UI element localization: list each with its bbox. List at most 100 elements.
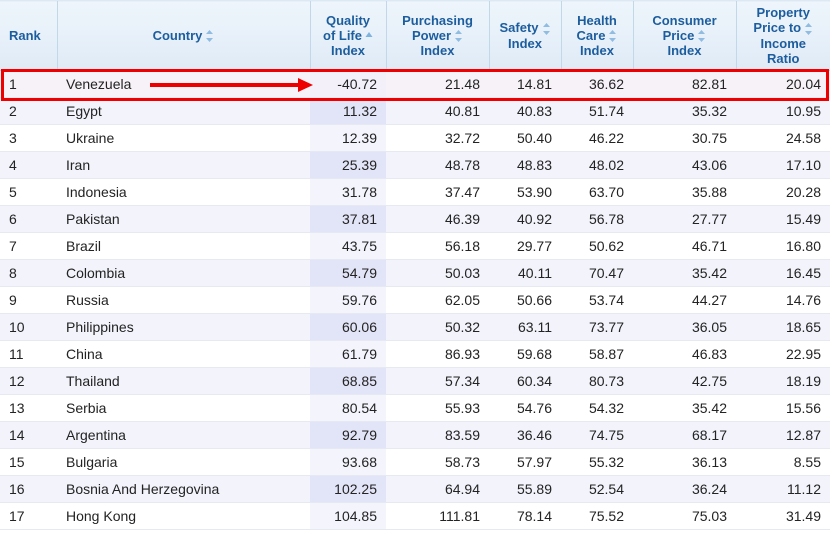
cell-quality-of-life-index: 102.25 [310,475,386,503]
cell-property-price-to-income-ratio: 31.49 [736,502,830,530]
cell-quality-of-life-index: 59.76 [310,286,386,314]
cell-purchasing-power-index: 21.48 [386,70,489,98]
column-header-safety-index[interactable]: Safety Index [488,0,561,71]
table-row[interactable]: 1 Venezuela -40.72 21.48 14.81 36.62 82.81 20.0… [0,70,830,98]
cell-consumer-price-index: 43.06 [633,151,736,179]
sort-both-icon[interactable] [454,29,463,43]
column-header-purchasing-power-index[interactable]: Purchasing Power Index [385,0,489,71]
table-row[interactable]: 2 Egypt 11.32 40.81 40.83 51.74 35.32 10.95 [0,97,830,125]
cell-consumer-price-index: 35.32 [633,97,736,125]
cell-safety-index: 50.40 [489,124,561,152]
sort-both-icon[interactable] [804,22,813,36]
cell-property-price-to-income-ratio: 16.45 [736,259,830,287]
cell-property-price-to-income-ratio: 10.95 [736,97,830,125]
cell-consumer-price-index: 36.05 [633,313,736,341]
cell-health-care-index: 52.54 [561,475,633,503]
cell-consumer-price-index: 68.17 [633,421,736,449]
cell-quality-of-life-index: 60.06 [310,313,386,341]
cell-property-price-to-income-ratio: 11.12 [736,475,830,503]
cell-country: Indonesia [57,178,310,206]
cell-consumer-price-index: 75.03 [633,502,736,530]
cell-quality-of-life-index: -40.72 [310,70,386,98]
cell-health-care-index: 63.70 [561,178,633,206]
table-body: 1 Venezuela -40.72 21.48 14.81 36.62 82.81 20.0… [0,70,830,530]
column-header-ppir-line-4: Ratio [767,50,800,66]
cell-health-care-index: 70.47 [561,259,633,287]
sort-both-icon[interactable] [205,29,214,43]
cell-property-price-to-income-ratio: 20.28 [736,178,830,206]
cell-property-price-to-income-ratio: 17.10 [736,151,830,179]
cell-purchasing-power-index: 48.78 [386,151,489,179]
sort-both-icon[interactable] [697,29,706,43]
table-row[interactable]: 6 Pakistan 37.81 46.39 40.92 56.78 27.77 15.49 [0,205,830,233]
column-header-property-price-to-income-ratio[interactable]: Property Price to Income Ratio [735,0,830,71]
column-header-health-line-3: Index [580,43,614,59]
table-row[interactable]: 11 China 61.79 86.93 59.68 58.87 46.83 22.95 [0,340,830,368]
cell-country: Colombia [57,259,310,287]
cell-purchasing-power-index: 64.94 [386,475,489,503]
sort-both-icon[interactable] [608,29,617,43]
table-row[interactable]: 17 Hong Kong 104.85 111.81 78.14 75.52 75.03 31… [0,502,830,530]
cell-quality-of-life-index: 54.79 [310,259,386,287]
cell-safety-index: 63.11 [489,313,561,341]
cell-purchasing-power-index: 86.93 [386,340,489,368]
table-row[interactable]: 4 Iran 25.39 48.78 48.83 48.02 43.06 17.10 [0,151,830,179]
column-header-health-care-index[interactable]: Health Care Index [560,0,633,71]
column-header-quality-of-life-index[interactable]: Quality of Life Index [309,0,386,71]
cell-health-care-index: 46.22 [561,124,633,152]
cell-purchasing-power-index: 62.05 [386,286,489,314]
table-row[interactable]: 5 Indonesia 31.78 37.47 53.90 63.70 35.88 20.28 [0,178,830,206]
cell-consumer-price-index: 36.24 [633,475,736,503]
cell-health-care-index: 74.75 [561,421,633,449]
cell-rank: 7 [0,232,57,260]
table-row[interactable]: 14 Argentina 92.79 83.59 36.46 74.75 68.17 12.8… [0,421,830,449]
cell-consumer-price-index: 30.75 [633,124,736,152]
table-row[interactable]: 13 Serbia 80.54 55.93 54.76 54.32 35.42 15.56 [0,394,830,422]
column-header-ppi-line-3: Index [420,43,455,59]
cell-quality-of-life-index: 31.78 [310,178,386,206]
column-header-cpi-line-2: Price [662,27,695,43]
cell-country: Bosnia And Herzegovina [57,475,310,503]
cell-consumer-price-index: 36.13 [633,448,736,476]
cell-property-price-to-income-ratio: 18.19 [736,367,830,395]
cell-health-care-index: 50.62 [561,232,633,260]
table-row[interactable]: 8 Colombia 54.79 50.03 40.11 70.47 35.42 16.45 [0,259,830,287]
table-row[interactable]: 16 Bosnia And Herzegovina 102.25 64.94 55.89… [0,475,830,503]
cell-rank: 15 [0,448,57,476]
table-row[interactable]: 10 Philippines 60.06 50.32 63.11 73.77 36.05 18… [0,313,830,341]
table-row[interactable]: 7 Brazil 43.75 56.18 29.77 50.62 46.71 16.80 [0,232,830,260]
cell-property-price-to-income-ratio: 15.49 [736,205,830,233]
column-header-country[interactable]: Country [56,0,310,71]
sort-both-icon[interactable] [542,22,551,36]
cell-rank: 17 [0,502,57,530]
cell-quality-of-life-index: 43.75 [310,232,386,260]
table-row[interactable]: 12 Thailand 68.85 57.34 60.34 80.73 42.75 18.19 [0,367,830,395]
table-row[interactable]: 15 Bulgaria 93.68 58.73 57.97 55.32 36.13 8.55 [0,448,830,476]
cell-quality-of-life-index: 92.79 [310,421,386,449]
cell-quality-of-life-index: 12.39 [310,124,386,152]
cell-country: Egypt [57,97,310,125]
cell-health-care-index: 36.62 [561,70,633,98]
cell-rank: 8 [0,259,57,287]
table-row[interactable]: 9 Russia 59.76 62.05 50.66 53.74 44.27 14.76 [0,286,830,314]
cell-safety-index: 54.76 [489,394,561,422]
cell-health-care-index: 53.74 [561,286,633,314]
column-header-consumer-price-index[interactable]: Consumer Price Index [632,0,736,71]
cell-rank: 16 [0,475,57,503]
cell-consumer-price-index: 42.75 [633,367,736,395]
column-header-ppir-line-1: Property [756,5,810,21]
table-row[interactable]: 3 Ukraine 12.39 32.72 50.40 46.22 30.75 24.58 [0,124,830,152]
cell-property-price-to-income-ratio: 14.76 [736,286,830,314]
cell-rank: 6 [0,205,57,233]
sort-ascending-icon[interactable] [365,31,373,39]
cell-country: Hong Kong [57,502,310,530]
column-header-ppi-line-2: Power [411,27,451,43]
cell-purchasing-power-index: 55.93 [386,394,489,422]
cell-health-care-index: 48.02 [561,151,633,179]
cell-health-care-index: 73.77 [561,313,633,341]
cell-safety-index: 53.90 [489,178,561,206]
column-header-ppir-line-2: Price to [753,20,802,36]
column-header-rank[interactable]: Rank [0,0,57,71]
cell-property-price-to-income-ratio: 18.65 [736,313,830,341]
cell-country: Iran [57,151,310,179]
